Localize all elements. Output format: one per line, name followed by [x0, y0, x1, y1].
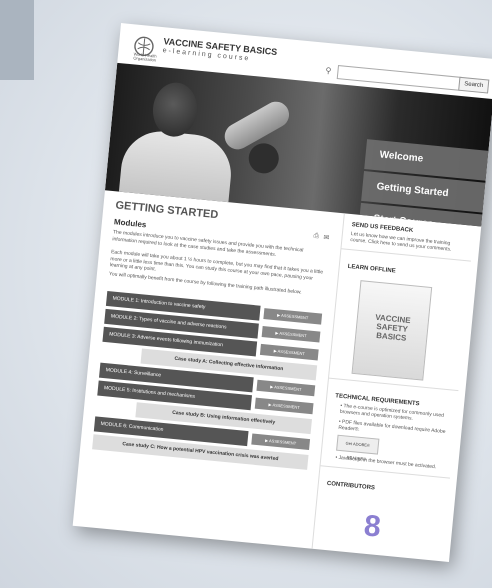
search-icon: ⚲: [325, 65, 332, 76]
assessment-button[interactable]: ▶ ASSESSMENT: [256, 379, 316, 397]
course-book-image[interactable]: VACCINE SAFETY BASICS: [351, 280, 433, 381]
print-icon[interactable]: ⎙: [313, 232, 319, 241]
hero-figure-face: [150, 80, 200, 139]
requirement-3: • JavaScript in the browser must be acti…: [335, 454, 437, 471]
hero-figure-hand: [247, 141, 281, 175]
book-title: VACCINE SAFETY BASICS: [374, 312, 412, 343]
adobe-reader-badge[interactable]: Get ADOBE® READER®: [336, 434, 380, 462]
assessment-button[interactable]: ▶ ASSESSMENT: [263, 308, 323, 325]
background-corner: [0, 0, 34, 80]
main-content: GETTING STARTED ⎙ ✉ Modules The modules …: [73, 190, 336, 548]
assessment-button[interactable]: ▶ ASSESSMENT: [251, 433, 311, 451]
assessment-button[interactable]: ▶ ASSESSMENT: [254, 397, 314, 415]
sidebar: SEND US FEEDBACK Let us know how we can …: [311, 213, 475, 562]
training-path: MODULE 1: Introduction to vaccine safety…: [92, 290, 323, 473]
document-page: World Health Organization VACCINE SAFETY…: [72, 23, 492, 562]
assessment-button[interactable]: ▶ ASSESSMENT: [259, 343, 319, 361]
assessment-button[interactable]: ▶ ASSESSMENT: [261, 326, 321, 343]
section-heading: Modules: [113, 217, 147, 230]
share-icon[interactable]: ✉: [323, 233, 330, 242]
page-number: 8: [362, 509, 383, 544]
logo-subtitle: World Health Organization: [133, 51, 157, 63]
hero-menu: Welcome Getting Started Start Course: [358, 139, 489, 227]
search-button[interactable]: Search: [458, 76, 490, 94]
